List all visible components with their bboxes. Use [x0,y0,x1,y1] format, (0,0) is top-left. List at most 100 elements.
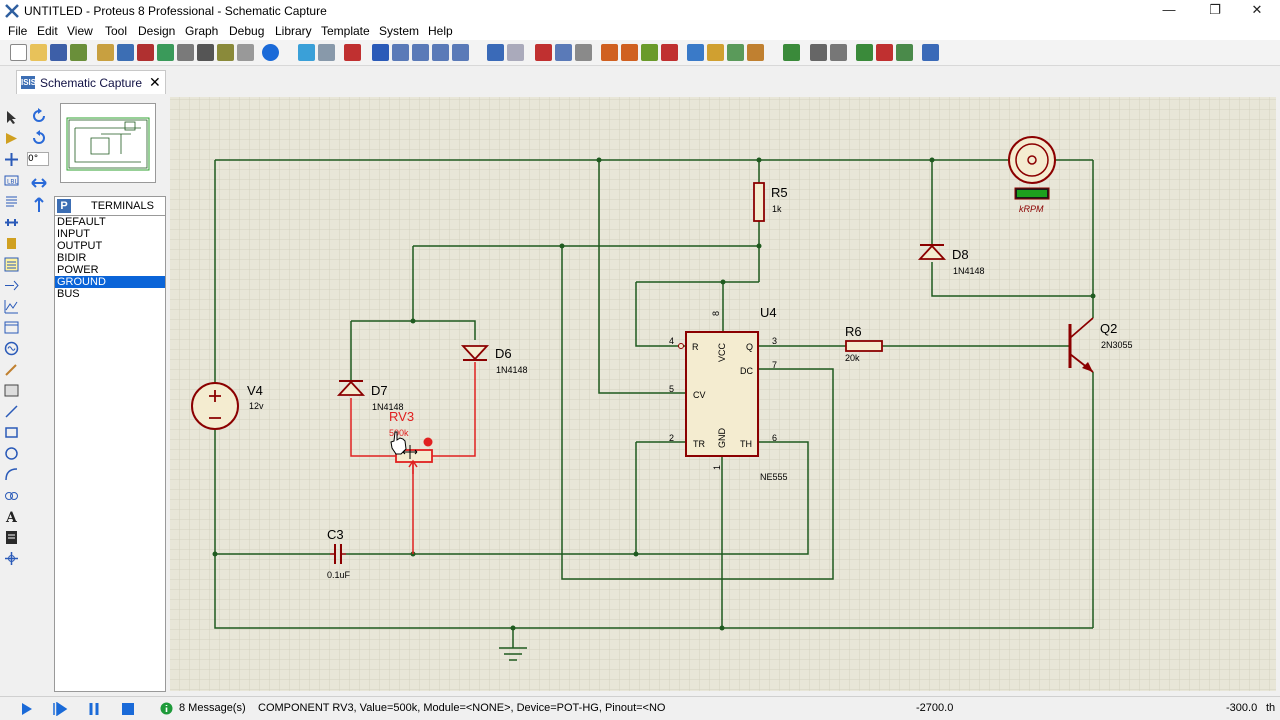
block-copy-icon[interactable] [601,44,618,61]
copy-icon[interactable] [555,44,572,61]
packaging-tool-icon[interactable] [727,44,744,61]
menu-graph[interactable]: Graph [185,24,218,38]
help-icon[interactable] [262,44,279,61]
pcb-icon[interactable] [137,44,154,61]
gerber-icon[interactable] [177,44,194,61]
block-rotate-icon[interactable] [641,44,658,61]
refresh-icon[interactable] [298,44,315,61]
pan-icon[interactable] [372,44,389,61]
terminal-item-input[interactable]: INPUT [55,228,165,240]
pick-from-library-button[interactable]: P [57,199,71,213]
zoom-area-icon[interactable] [452,44,469,61]
terminal-item-bus[interactable]: BUS [55,288,165,300]
terminals-mode-icon[interactable] [4,257,19,272]
block-delete-icon[interactable] [661,44,678,61]
terminal-item-power[interactable]: POWER [55,264,165,276]
device-pins-icon[interactable] [4,278,19,293]
box-mode-icon[interactable] [4,425,19,440]
tape-recorder-icon[interactable] [4,320,19,335]
netlist-icon[interactable] [922,44,939,61]
block-move-icon[interactable] [621,44,638,61]
component-mode-icon[interactable] [4,131,19,146]
circle-mode-icon[interactable] [4,446,19,461]
redo-icon[interactable] [507,44,524,61]
stop-simulation-icon[interactable] [120,702,136,716]
menu-library[interactable]: Library [275,24,312,38]
source-code-icon[interactable] [237,44,254,61]
zoom-all-icon[interactable] [432,44,449,61]
property-assignment-icon[interactable] [830,44,847,61]
zoom-in-icon[interactable] [392,44,409,61]
save-icon[interactable] [50,44,67,61]
bom-icon[interactable] [197,44,214,61]
voltage-probe-icon[interactable] [4,362,19,377]
menu-help[interactable]: Help [428,24,453,38]
graph-mode-icon[interactable] [4,299,19,314]
schematic-canvas[interactable]: V4 12v R5 1k D8 1N4148 D6 1N4148 D7 1N41… [170,97,1276,691]
search-tag-icon[interactable] [810,44,827,61]
subcircuit-icon[interactable] [4,236,19,251]
menu-tool[interactable]: Tool [105,24,127,38]
menu-system[interactable]: System [379,24,419,38]
mirror-vertical-icon[interactable] [32,196,46,214]
line-mode-icon[interactable] [4,404,19,419]
close-button[interactable]: ✕ [1234,0,1280,22]
origin-icon[interactable] [344,44,361,61]
run-simulation-icon[interactable] [18,702,34,716]
decompose-icon[interactable] [747,44,764,61]
generator-mode-icon[interactable] [4,341,19,356]
3d-view-icon[interactable] [157,44,174,61]
exit-to-parent-icon[interactable] [896,44,913,61]
cut-icon[interactable] [535,44,552,61]
text-script-icon[interactable] [4,194,19,209]
remove-sheet-icon[interactable] [876,44,893,61]
marker-mode-icon[interactable] [4,551,19,566]
overview-window[interactable] [60,103,156,183]
path-mode-icon[interactable] [4,488,19,503]
terminal-item-default[interactable]: DEFAULT [55,216,165,228]
rotation-angle-field[interactable] [27,152,49,166]
grid-icon[interactable] [318,44,335,61]
selection-mode-icon[interactable] [4,110,19,125]
terminal-item-bidir[interactable]: BIDIR [55,252,165,264]
design-explorer-icon[interactable] [217,44,234,61]
tab-close-button[interactable]: ✕ [149,74,161,91]
paste-icon[interactable] [575,44,592,61]
message-status-icon[interactable] [160,702,173,715]
text-mode-icon[interactable]: A [4,509,19,524]
maximize-button[interactable]: ❐ [1192,0,1238,22]
new-file-icon[interactable] [10,44,27,61]
import-icon[interactable] [70,44,87,61]
tab-schematic-capture[interactable]: ISIS Schematic Capture ✕ [16,70,166,94]
schematic-icon[interactable] [117,44,134,61]
open-folder-icon[interactable] [30,44,47,61]
menu-template[interactable]: Template [321,24,370,38]
terminal-item-ground[interactable]: GROUND [55,276,165,288]
arc-mode-icon[interactable] [4,467,19,482]
wire-autorouter-icon[interactable] [783,44,800,61]
terminal-item-output[interactable]: OUTPUT [55,240,165,252]
mirror-horizontal-icon[interactable] [30,176,48,190]
home-icon[interactable] [97,44,114,61]
step-simulation-icon[interactable] [52,702,68,716]
rotate-clockwise-icon[interactable] [31,108,47,124]
menu-file[interactable]: File [8,24,27,38]
rv3-adjust-handle[interactable] [423,437,433,447]
menu-design[interactable]: Design [138,24,175,38]
pick-device-icon[interactable] [687,44,704,61]
zoom-out-icon[interactable] [412,44,429,61]
symbol-mode-icon[interactable] [4,530,19,545]
menu-view[interactable]: View [67,24,93,38]
message-count[interactable]: 8 Message(s) [179,702,246,714]
virtual-instruments-icon[interactable] [4,383,19,398]
junction-dot-icon[interactable] [4,152,19,167]
minimize-button[interactable]: — [1146,0,1192,22]
pause-simulation-icon[interactable] [86,702,102,716]
new-sheet-icon[interactable] [856,44,873,61]
menu-edit[interactable]: Edit [37,24,58,38]
bus-icon[interactable] [4,215,19,230]
undo-icon[interactable] [487,44,504,61]
rotate-anticlockwise-icon[interactable] [31,130,47,146]
wire-label-icon[interactable]: LBL [4,173,19,188]
menu-debug[interactable]: Debug [229,24,264,38]
